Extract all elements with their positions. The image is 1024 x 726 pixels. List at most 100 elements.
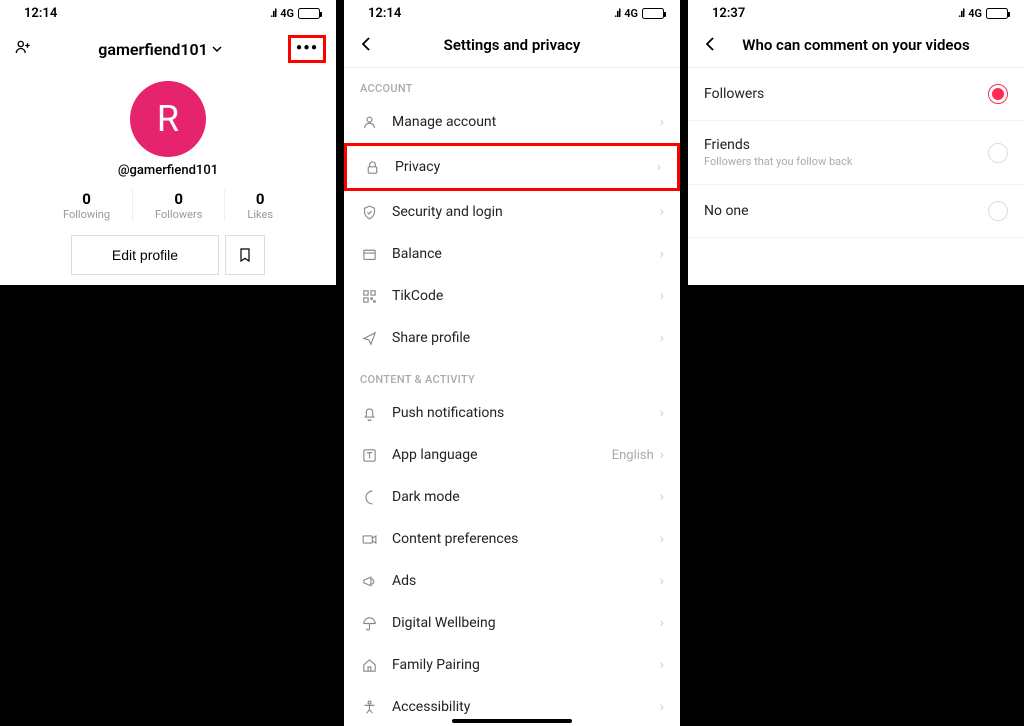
chevron-right-icon: › [660,489,664,505]
setting-row-home[interactable]: Family Pairing› [344,644,680,686]
setting-row-megaphone[interactable]: Ads› [344,560,680,602]
access-icon [360,698,378,716]
option-label: No one [704,203,988,219]
chevron-right-icon: › [660,405,664,421]
option-main: No one [704,203,988,219]
chevron-right-icon: › [660,114,664,130]
qr-icon [360,287,378,305]
chevron-right-icon: › [660,699,664,715]
username-dropdown[interactable]: gamerfiend101 [98,40,222,59]
profile-top-bar: gamerfiend101 ••• [0,23,336,73]
avatar-letter: R [157,98,179,140]
chevron-right-icon: › [660,204,664,220]
comment-option-0[interactable]: Followers [688,68,1024,121]
status-time: 12:37 [712,6,745,21]
stat-num: 0 [247,190,273,208]
lang-icon [360,446,378,464]
bookmark-button[interactable] [225,235,265,275]
setting-row-qr[interactable]: TikCode› [344,275,680,317]
row-label: Accessibility [392,699,660,715]
username-text: gamerfiend101 [98,40,208,59]
status-time: 12:14 [24,6,57,21]
chevron-right-icon: › [660,447,664,463]
chevron-right-icon: › [660,615,664,631]
chevron-right-icon: › [660,288,664,304]
profile-actions: Edit profile [0,235,336,275]
settings-screen: 12:14 .ıl 4G Settings and privacy ACCOUN… [344,0,680,726]
chevron-right-icon: › [660,330,664,346]
setting-row-moon[interactable]: Dark mode› [344,476,680,518]
page-title: Settings and privacy [358,36,666,54]
stats-bar: 0 Following 0 Followers 0 Likes [0,190,336,221]
row-label: Security and login [392,204,660,220]
battery-icon [642,8,664,19]
nav-bar: Who can comment on your videos [688,23,1024,68]
setting-row-lock[interactable]: Privacy› [344,143,680,191]
shield-icon [360,203,378,221]
setting-row-bell[interactable]: Push notifications› [344,392,680,434]
status-right: .ıl 4G [614,7,664,20]
signal-icon: .ıl [270,7,276,20]
network-label: 4G [968,7,982,20]
profile-screen: 12:14 .ıl 4G gamerfiend101 ••• R @gamerf… [0,0,336,285]
stat-following[interactable]: 0 Following [41,190,132,221]
network-label: 4G [624,7,638,20]
stat-label: Likes [247,208,273,221]
radio-button[interactable] [988,84,1008,104]
moon-icon [360,488,378,506]
row-value: English [612,448,654,463]
radio-button[interactable] [988,143,1008,163]
stat-likes[interactable]: 0 Likes [224,190,295,221]
handle: @gamerfiend101 [0,163,336,178]
edit-profile-button[interactable]: Edit profile [71,235,219,275]
more-button[interactable]: ••• [288,35,326,63]
bookmark-icon [237,247,253,263]
add-user-icon[interactable] [14,38,32,60]
battery-icon [298,8,320,19]
row-label: Privacy [395,159,657,175]
setting-row-wallet[interactable]: Balance› [344,233,680,275]
setting-row-share[interactable]: Share profile› [344,317,680,359]
page-title: Who can comment on your videos [702,36,1010,54]
wallet-icon [360,245,378,263]
chevron-right-icon: › [660,573,664,589]
lock-icon [363,158,381,176]
status-bar: 12:14 .ıl 4G [344,0,680,23]
stat-num: 0 [155,190,202,208]
row-label: Dark mode [392,489,660,505]
row-label: Family Pairing [392,657,660,673]
section-header-content: CONTENT & ACTIVITY [344,359,680,392]
setting-row-umbrella[interactable]: Digital Wellbeing› [344,602,680,644]
comment-option-2[interactable]: No one [688,185,1024,238]
setting-row-shield[interactable]: Security and login› [344,191,680,233]
setting-row-user[interactable]: Manage account› [344,101,680,143]
bell-icon [360,404,378,422]
setting-row-video[interactable]: Content preferences› [344,518,680,560]
home-indicator[interactable] [452,719,572,723]
stat-label: Following [63,208,110,221]
megaphone-icon [360,572,378,590]
stat-followers[interactable]: 0 Followers [132,190,224,221]
setting-row-lang[interactable]: App languageEnglish› [344,434,680,476]
row-label: Manage account [392,114,660,130]
option-label: Friends [704,137,988,153]
signal-icon: .ıl [614,7,620,20]
avatar[interactable]: R [130,81,206,157]
row-label: Digital Wellbeing [392,615,660,631]
stat-num: 0 [63,190,110,208]
battery-icon [986,8,1008,19]
chevron-right-icon: › [660,246,664,262]
option-main: Followers [704,86,988,102]
radio-button[interactable] [988,201,1008,221]
comment-option-1[interactable]: Friends Followers that you follow back [688,121,1024,185]
comment-permission-screen: 12:37 .ıl 4G Who can comment on your vid… [688,0,1024,285]
status-right: .ıl 4G [270,7,320,20]
status-right: .ıl 4G [958,7,1008,20]
status-bar: 12:14 .ıl 4G [0,0,336,23]
row-label: Share profile [392,330,660,346]
umbrella-icon [360,614,378,632]
video-icon [360,530,378,548]
share-icon [360,329,378,347]
row-label: Balance [392,246,660,262]
option-sublabel: Followers that you follow back [704,155,988,168]
